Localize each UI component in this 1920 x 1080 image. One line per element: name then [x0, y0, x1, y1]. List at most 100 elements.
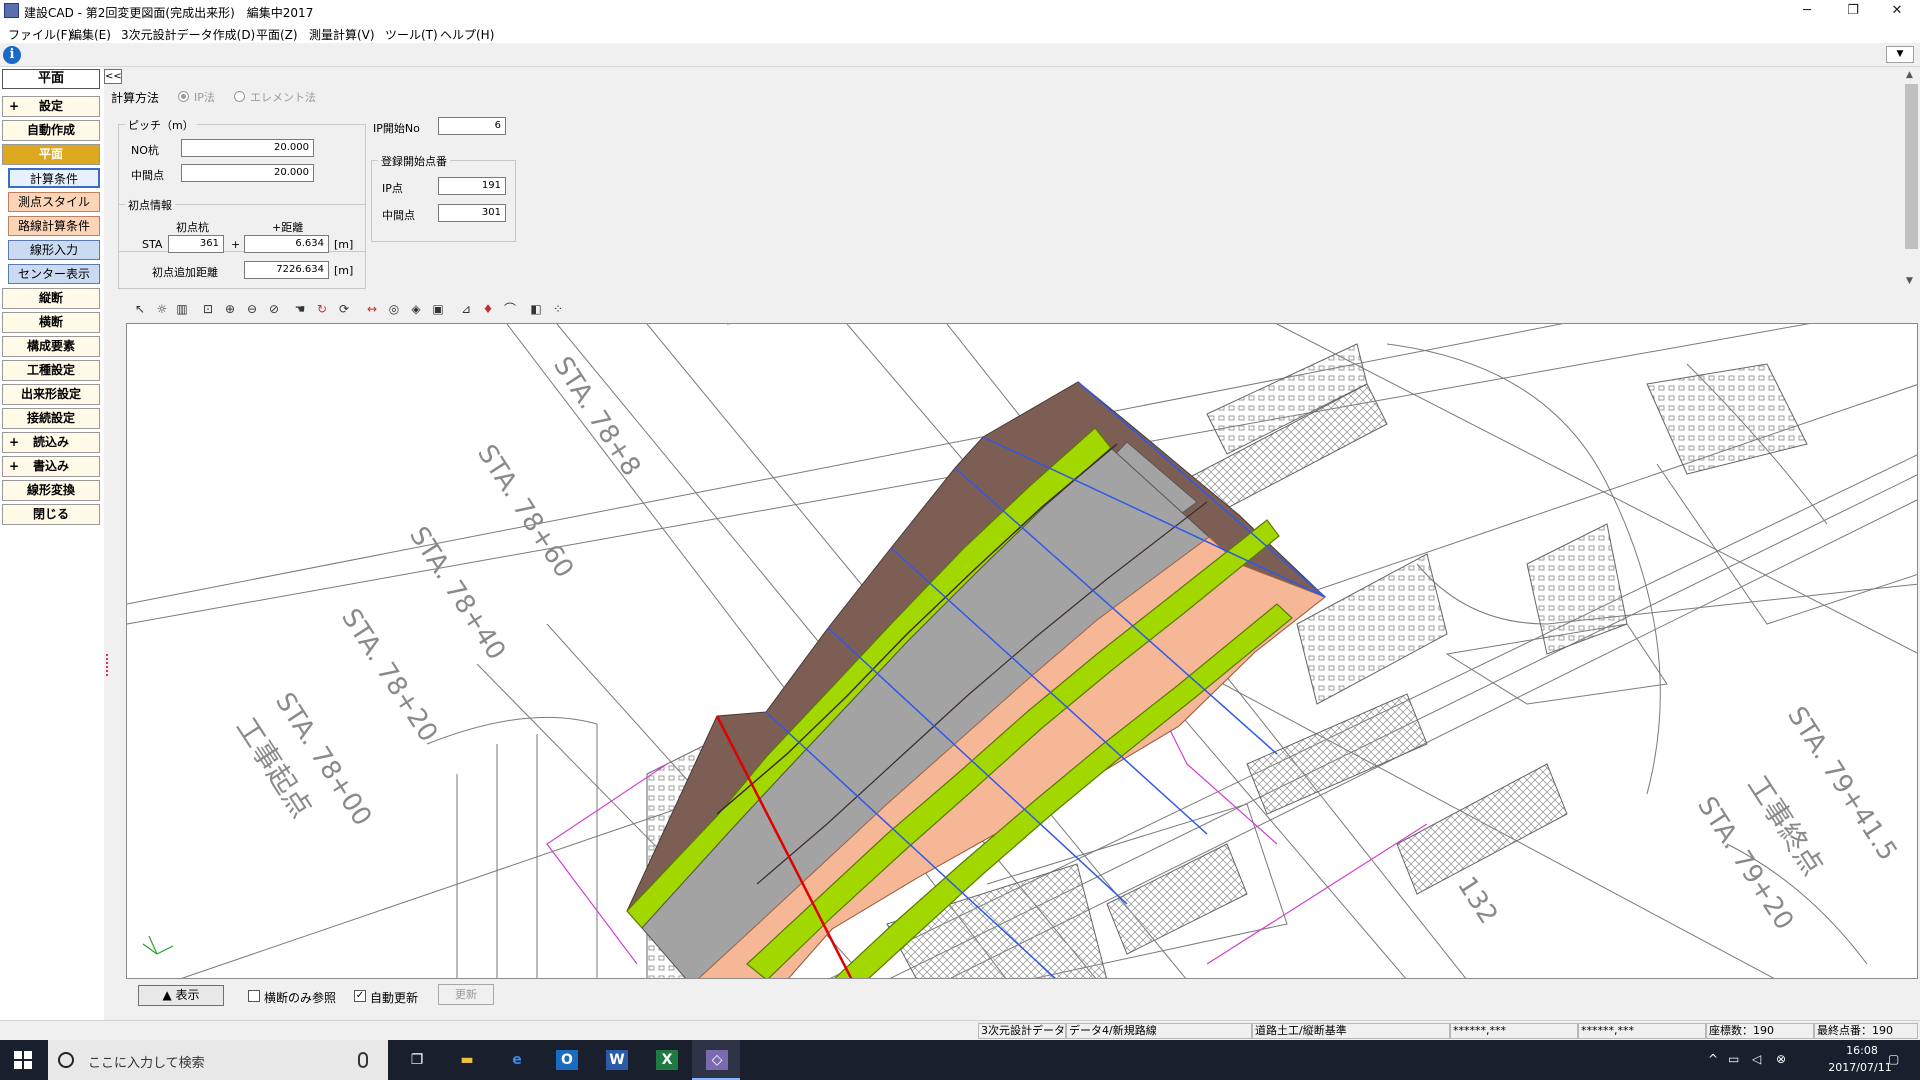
scroll-up-icon[interactable]: ▲ — [1906, 70, 1913, 80]
excel-button[interactable]: X — [642, 1040, 690, 1080]
sidebar-item-profile[interactable]: 縦断 — [2, 288, 100, 309]
close-button[interactable]: ✕ — [1874, 0, 1920, 23]
sidebar-sub-route-calc[interactable]: 路線計算条件 — [8, 216, 100, 236]
ip-start-input[interactable]: 6 — [438, 117, 506, 135]
word-button[interactable]: W — [592, 1040, 640, 1080]
ip-point-input[interactable]: 191 — [438, 177, 506, 195]
sidebar-sub-center-display[interactable]: センター表示 — [8, 264, 100, 284]
sta-input[interactable]: 361 — [168, 235, 224, 253]
taskbar-search[interactable]: ここに入力して検索 — [48, 1040, 388, 1080]
task-view-button[interactable]: ❐ — [392, 1040, 440, 1080]
zoom-prev-icon[interactable]: ⊘ — [264, 299, 284, 319]
measure-arrow-icon[interactable]: ↔ — [362, 299, 382, 319]
sidebar-item-as-built[interactable]: 出来形設定 — [2, 384, 100, 405]
sidebar-item-load[interactable]: + 読込み — [2, 432, 100, 453]
zoom-out-icon[interactable]: ⊖ — [242, 299, 262, 319]
menu-edit[interactable]: 編集(E) — [70, 26, 111, 43]
pick-point-icon[interactable]: ◎ — [384, 299, 404, 319]
sidebar-sub-calc-conditions[interactable]: 計算条件 — [8, 168, 100, 188]
pick-line-icon[interactable]: ◈ — [406, 299, 426, 319]
trash-icon[interactable]: ▥ — [172, 299, 192, 319]
ime-icon[interactable]: ⊗ — [1776, 1052, 1786, 1066]
scroll-down-icon[interactable]: ▼ — [1906, 276, 1913, 286]
volume-icon[interactable]: ◁ — [1752, 1052, 1761, 1066]
sidebar-item-connection[interactable]: 接続設定 — [2, 408, 100, 429]
collapse-button[interactable]: << — [104, 69, 122, 84]
auto-update-checkbox[interactable]: ✓ — [354, 990, 366, 1002]
info-icon[interactable]: i — [3, 46, 21, 64]
settings-scrollbar-thumb[interactable] — [1905, 84, 1918, 249]
pan-hand-icon[interactable]: ☚ — [290, 299, 310, 319]
restore-button[interactable]: ❐ — [1830, 0, 1876, 23]
redraw-icon[interactable]: ↻ — [312, 299, 332, 319]
sidebar-item-components[interactable]: 構成要素 — [2, 336, 100, 357]
mid-point-input[interactable]: 301 — [438, 204, 506, 222]
zoom-fit-icon[interactable]: ⊡ — [198, 299, 218, 319]
cross-only-checkbox[interactable] — [248, 990, 260, 1002]
plan-canvas[interactable]: STA. 78+00 工事起点 STA. 78+20 STA. 78+40 ST… — [126, 323, 1918, 979]
menu-3d-design[interactable]: 3次元設計データ作成(D) — [121, 26, 255, 43]
expand-icon: + — [9, 459, 20, 473]
outlook-button[interactable]: O — [542, 1040, 590, 1080]
footprint-icon[interactable]: ⁘ — [548, 299, 568, 319]
cad-app-button[interactable]: ◇ — [692, 1040, 740, 1080]
microphone-icon[interactable] — [358, 1052, 368, 1068]
menu-tools[interactable]: ツール(T) — [385, 26, 438, 43]
3d-view-icon[interactable]: ◧ — [526, 299, 546, 319]
ip-method-radio[interactable] — [178, 91, 189, 102]
minimize-button[interactable]: ─ — [1784, 0, 1830, 23]
cursor-icon[interactable]: ↖ — [130, 299, 150, 319]
init-pile-label: 初点杭 — [176, 221, 209, 234]
lightbulb-icon[interactable]: ☼ — [152, 299, 172, 319]
task-view-icon: ❐ — [410, 1052, 424, 1068]
mid-input[interactable]: 20.000 — [181, 164, 314, 182]
sidebar-item-write[interactable]: + 書込み — [2, 456, 100, 477]
dist-input[interactable]: 6.634 — [244, 235, 329, 253]
menu-plan[interactable]: 平面(Z) — [256, 26, 298, 43]
network-icon[interactable]: ▭ — [1728, 1052, 1739, 1066]
sidebar-item-plan[interactable]: 平面 — [2, 144, 100, 165]
coord-icon[interactable]: ⊿ — [456, 299, 476, 319]
sidebar-item-label: 出来形設定 — [20, 387, 81, 401]
edge-icon: e — [512, 1052, 522, 1068]
windows-start-icon[interactable] — [14, 1051, 32, 1069]
menu-file[interactable]: ファイル(F) — [8, 26, 72, 43]
edge-button[interactable]: e — [492, 1040, 540, 1080]
sidebar-item-auto-create[interactable]: 自動作成 — [2, 120, 100, 141]
sidebar-item-alignment-convert[interactable]: 線形変換 — [2, 480, 100, 501]
reg-start-group: 登録開始点番 — [371, 153, 516, 242]
sidebar-item-work-type[interactable]: 工種設定 — [2, 360, 100, 381]
sidebar-sub-alignment-input[interactable]: 線形入力 — [8, 240, 100, 260]
update-button[interactable]: 更新 — [438, 984, 494, 1005]
init-add-input[interactable]: 7226.634 — [244, 261, 329, 279]
sidebar-item-cross-section[interactable]: 横断 — [2, 312, 100, 333]
chevron-down-icon[interactable]: ▼ — [1886, 46, 1914, 63]
refresh-zoom-icon[interactable]: ⟳ — [334, 299, 354, 319]
notification-icon[interactable]: ▢ — [1888, 1052, 1899, 1066]
cad-drawing[interactable]: STA. 78+00 工事起点 STA. 78+20 STA. 78+40 ST… — [127, 324, 1918, 979]
zoom-in-icon[interactable]: ⊕ — [220, 299, 240, 319]
menu-help[interactable]: ヘルプ(H) — [440, 26, 494, 43]
sidebar-item-settings[interactable]: + 設定 — [2, 96, 100, 117]
sidebar-item-close[interactable]: 閉じる — [2, 504, 100, 525]
clock-time[interactable]: 16:08 — [1832, 1044, 1892, 1057]
no-pile-input[interactable]: 20.000 — [181, 139, 314, 157]
layer-icon[interactable]: ▣ — [428, 299, 448, 319]
init-add-label: 初点追加距離 — [152, 266, 218, 279]
calc-method-label: 計算方法 — [111, 91, 160, 105]
show-button[interactable]: ▲ 表示 — [138, 985, 224, 1006]
node-icon[interactable]: ♦ — [478, 299, 498, 319]
curve-icon[interactable]: ⌒ — [500, 299, 520, 319]
splitter-handle[interactable] — [106, 654, 114, 676]
tray-chevron-icon[interactable]: ^ — [1708, 1052, 1718, 1066]
explorer-button[interactable]: ▬ — [442, 1040, 490, 1080]
status-coord-y: ******,*** — [1578, 1023, 1706, 1039]
auto-update-label: 自動更新 — [370, 991, 419, 1005]
element-method-label: エレメント法 — [250, 91, 316, 104]
sidebar-sub-station-style[interactable]: 測点スタイル — [8, 192, 100, 212]
reg-start-group-title: 登録開始点番 — [378, 153, 450, 169]
menu-survey[interactable]: 測量計算(V) — [309, 26, 375, 43]
plus-dist-label: +距離 — [272, 221, 304, 234]
element-method-radio[interactable] — [234, 91, 245, 102]
canvas-toolbar: ↖ ☼ ▥ ⊡ ⊕ ⊖ ⊘ ☚ ↻ ⟳ ↔ ◎ ◈ ▣ ⊿ ♦ ⌒ ◧ ⁘ — [126, 297, 626, 321]
